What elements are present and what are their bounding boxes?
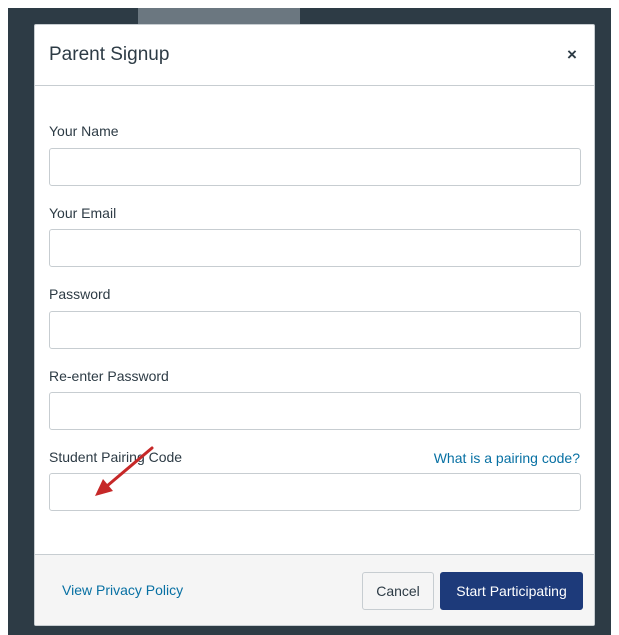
confirm-password-label: Re-enter Password xyxy=(49,368,169,384)
password-input[interactable] xyxy=(49,311,581,349)
parent-signup-dialog: Parent Signup × Your Name Your Email Pas… xyxy=(34,24,595,626)
background-tab xyxy=(138,8,300,24)
dialog-header: Parent Signup × xyxy=(35,25,594,86)
dialog-footer: View Privacy Policy Cancel Start Partici… xyxy=(35,554,594,625)
cancel-button[interactable]: Cancel xyxy=(362,572,434,610)
close-icon[interactable]: × xyxy=(564,46,580,63)
password-label: Password xyxy=(49,286,111,302)
confirm-password-input[interactable] xyxy=(49,392,581,430)
pairing-code-label: Student Pairing Code xyxy=(49,449,183,465)
name-input[interactable] xyxy=(49,148,581,186)
privacy-policy-link[interactable]: View Privacy Policy xyxy=(62,582,183,598)
email-input[interactable] xyxy=(49,229,581,267)
name-label: Your Name xyxy=(49,123,119,139)
dialog-title: Parent Signup xyxy=(49,44,170,65)
pairing-code-help-link[interactable]: What is a pairing code? xyxy=(434,450,580,466)
pairing-code-input[interactable] xyxy=(49,473,581,511)
email-label: Your Email xyxy=(49,205,117,221)
start-participating-button[interactable]: Start Participating xyxy=(440,572,583,610)
